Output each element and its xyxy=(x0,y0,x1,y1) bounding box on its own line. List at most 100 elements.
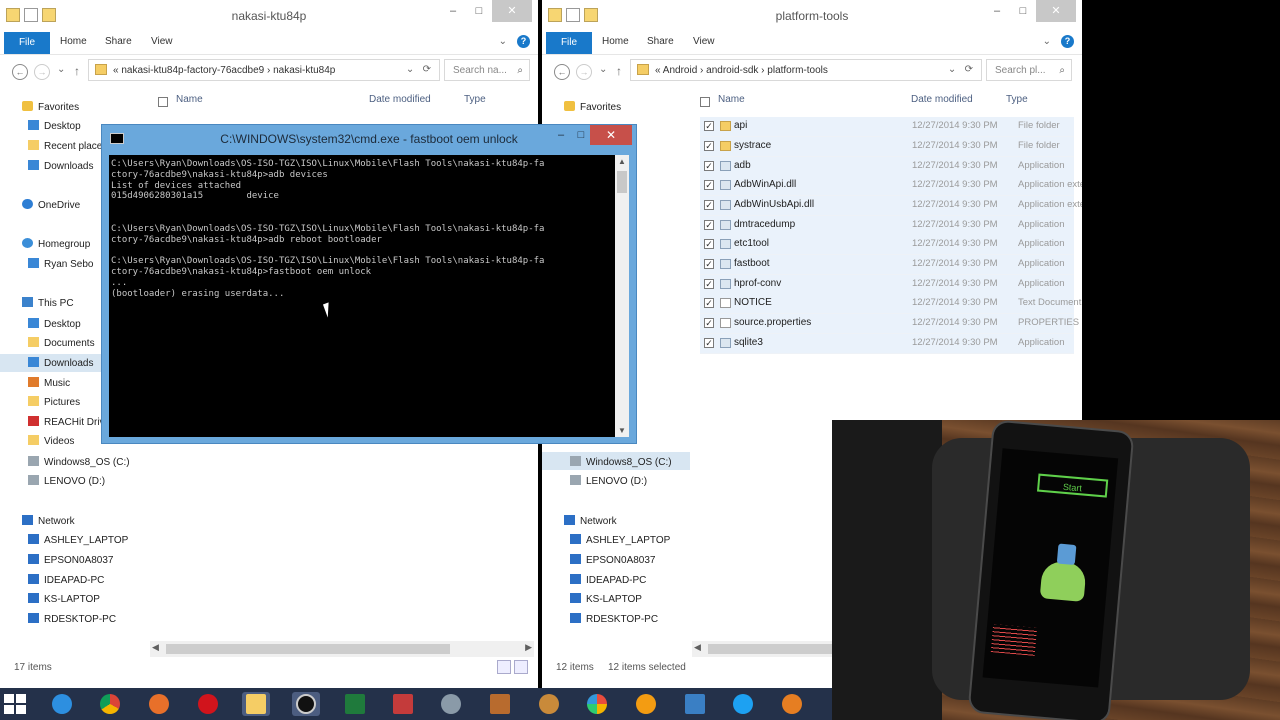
nav-homegroup[interactable]: Homegroup xyxy=(22,238,90,250)
nav-network-computer[interactable]: EPSON0A8037 xyxy=(28,554,114,566)
nav-network-computer[interactable]: ASHLEY_LAPTOP xyxy=(570,534,670,546)
opera-icon[interactable] xyxy=(194,692,222,716)
nav-videos[interactable]: Videos xyxy=(28,435,74,447)
row-checkbox[interactable]: ✓ xyxy=(704,318,714,328)
tab-file[interactable]: File xyxy=(546,32,592,54)
nav-recent-places[interactable]: Recent places xyxy=(28,140,107,152)
forward-icon[interactable]: → xyxy=(576,64,592,80)
file-row[interactable]: ✓ source.properties 12/27/2014 9:30 PM PROP… xyxy=(700,314,1082,334)
color-icon[interactable] xyxy=(583,692,611,716)
column-date-modified[interactable]: Date modified xyxy=(911,94,973,105)
media-player-icon[interactable] xyxy=(632,692,660,716)
nav-pc-downloads[interactable]: Downloads xyxy=(28,357,93,369)
row-checkbox[interactable]: ✓ xyxy=(704,338,714,348)
address-bar[interactable]: « nakasi-ktu84p-factory-76acdbe9 › nakas… xyxy=(88,59,440,81)
scroll-up-icon[interactable]: ▲ xyxy=(618,157,626,166)
back-icon[interactable]: ← xyxy=(554,64,570,80)
row-checkbox[interactable]: ✓ xyxy=(704,161,714,171)
address-path[interactable]: « Android › android-sdk › platform-tools xyxy=(655,65,828,76)
nav-drive-c[interactable]: Windows8_OS (C:) xyxy=(28,456,130,468)
file-row[interactable]: ✓ AdbWinUsbApi.dll 12/27/2014 9:30 PM Appli… xyxy=(700,196,1082,216)
search-input[interactable]: Search pl... ⌕ xyxy=(986,59,1072,81)
back-icon[interactable]: ← xyxy=(12,64,28,80)
row-checkbox[interactable]: ✓ xyxy=(704,141,714,151)
minimize-button[interactable]: ‒ xyxy=(984,0,1010,22)
row-checkbox[interactable]: ✓ xyxy=(704,200,714,210)
address-bar[interactable]: « Android › android-sdk › platform-tools… xyxy=(630,59,982,81)
scroll-right-icon[interactable]: ▶ xyxy=(525,642,532,653)
tab-home[interactable]: Home xyxy=(60,36,87,47)
help-icon[interactable]: ? xyxy=(517,35,530,48)
search-input[interactable]: Search na... ⌕ xyxy=(444,59,530,81)
firefox-icon[interactable] xyxy=(145,692,173,716)
row-checkbox[interactable]: ✓ xyxy=(704,121,714,131)
address-path[interactable]: « nakasi-ktu84p-factory-76acdbe9 › nakas… xyxy=(113,65,335,76)
recent-locations-icon[interactable]: ⌄ xyxy=(57,64,65,75)
settings-icon[interactable] xyxy=(437,692,465,716)
scroll-thumb[interactable] xyxy=(617,171,627,193)
nav-network-computer[interactable]: KS-LAPTOP xyxy=(28,593,100,605)
internet-explorer-icon[interactable] xyxy=(48,692,76,716)
up-icon[interactable]: ↑ xyxy=(616,64,622,78)
windows-start-icon[interactable] xyxy=(4,694,28,714)
network-icon[interactable] xyxy=(681,692,709,716)
nav-network-computer[interactable]: KS-LAPTOP xyxy=(570,593,642,605)
tab-view[interactable]: View xyxy=(693,36,715,47)
details-view-icon[interactable] xyxy=(497,660,511,674)
tab-view[interactable]: View xyxy=(151,36,173,47)
row-checkbox[interactable]: ✓ xyxy=(704,180,714,190)
column-name[interactable]: Name xyxy=(176,94,203,105)
row-checkbox[interactable]: ✓ xyxy=(704,220,714,230)
nav-pc-desktop[interactable]: Desktop xyxy=(28,318,81,330)
file-row[interactable]: ✓ api 12/27/2014 9:30 PM File folder xyxy=(700,117,1074,137)
row-checkbox[interactable]: ✓ xyxy=(704,239,714,249)
nav-network-computer[interactable]: IDEAPAD-PC xyxy=(570,574,646,586)
tab-share[interactable]: Share xyxy=(647,36,674,47)
file-row[interactable]: ✓ adb 12/27/2014 9:30 PM Application xyxy=(700,157,1074,177)
nav-downloads[interactable]: Downloads xyxy=(28,160,93,172)
nav-pictures[interactable]: Pictures xyxy=(28,396,80,408)
maximize-button[interactable]: □ xyxy=(572,125,590,145)
file-row[interactable]: ✓ systrace 12/27/2014 9:30 PM File folder xyxy=(700,137,1074,157)
maximize-button[interactable]: □ xyxy=(466,0,492,22)
nav-network[interactable]: Network xyxy=(564,515,617,527)
tab-file[interactable]: File xyxy=(4,32,50,54)
chrome-icon[interactable] xyxy=(96,692,124,716)
file-row[interactable]: ✓ NOTICE 12/27/2014 9:30 PM Text Document xyxy=(700,294,1081,314)
excel-icon[interactable] xyxy=(341,692,369,716)
app-icon[interactable] xyxy=(389,692,417,716)
nav-music[interactable]: Music xyxy=(28,377,70,389)
column-type[interactable]: Type xyxy=(1006,94,1028,105)
tab-share[interactable]: Share xyxy=(105,36,132,47)
nav-network[interactable]: Network xyxy=(22,515,75,527)
recent-locations-icon[interactable]: ⌄ xyxy=(599,64,607,75)
close-button[interactable]: ✕ xyxy=(590,125,632,145)
file-row[interactable]: ✓ hprof-conv 12/27/2014 9:30 PM Application xyxy=(700,275,1074,295)
large-icons-view-icon[interactable] xyxy=(514,660,528,674)
orange-icon[interactable] xyxy=(778,692,806,716)
scroll-left-icon[interactable]: ◀ xyxy=(152,642,159,653)
nav-homegroup-user[interactable]: Ryan Sebo xyxy=(28,258,93,270)
help-icon[interactable]: ? xyxy=(1061,35,1074,48)
nav-drive-c[interactable]: Windows8_OS (C:) xyxy=(570,456,672,468)
column-date-modified[interactable]: Date modified xyxy=(369,94,431,105)
file-row[interactable]: ✓ dmtracedump 12/27/2014 9:30 PM Applicatio… xyxy=(700,216,1074,236)
media-icon[interactable] xyxy=(292,692,320,716)
chevron-down-icon[interactable]: ⌄ xyxy=(1043,36,1051,47)
row-checkbox[interactable]: ✓ xyxy=(704,298,714,308)
nav-network-computer[interactable]: EPSON0A8037 xyxy=(570,554,656,566)
nav-network-computer[interactable]: ASHLEY_LAPTOP xyxy=(28,534,128,546)
nav-drive-d[interactable]: LENOVO (D:) xyxy=(28,475,105,487)
vertical-scrollbar[interactable]: ▲ ▼ xyxy=(615,155,629,437)
row-checkbox[interactable]: ✓ xyxy=(704,279,714,289)
horizontal-scrollbar[interactable]: ◀ ▶ xyxy=(150,641,534,657)
nav-drive-d[interactable]: LENOVO (D:) xyxy=(570,475,647,487)
nav-favorites[interactable]: Favorites xyxy=(564,101,621,113)
file-row[interactable]: ✓ AdbWinApi.dll 12/27/2014 9:30 PM Applicat… xyxy=(700,176,1082,196)
minimize-button[interactable]: ‒ xyxy=(440,0,466,22)
up-icon[interactable]: ↑ xyxy=(74,64,80,78)
nav-favorites[interactable]: Favorites xyxy=(22,101,79,113)
nav-reachit[interactable]: REACHit Drive xyxy=(28,416,110,428)
close-button[interactable]: ✕ xyxy=(1036,0,1076,22)
nav-network-computer[interactable]: RDESKTOP-PC xyxy=(28,613,116,625)
